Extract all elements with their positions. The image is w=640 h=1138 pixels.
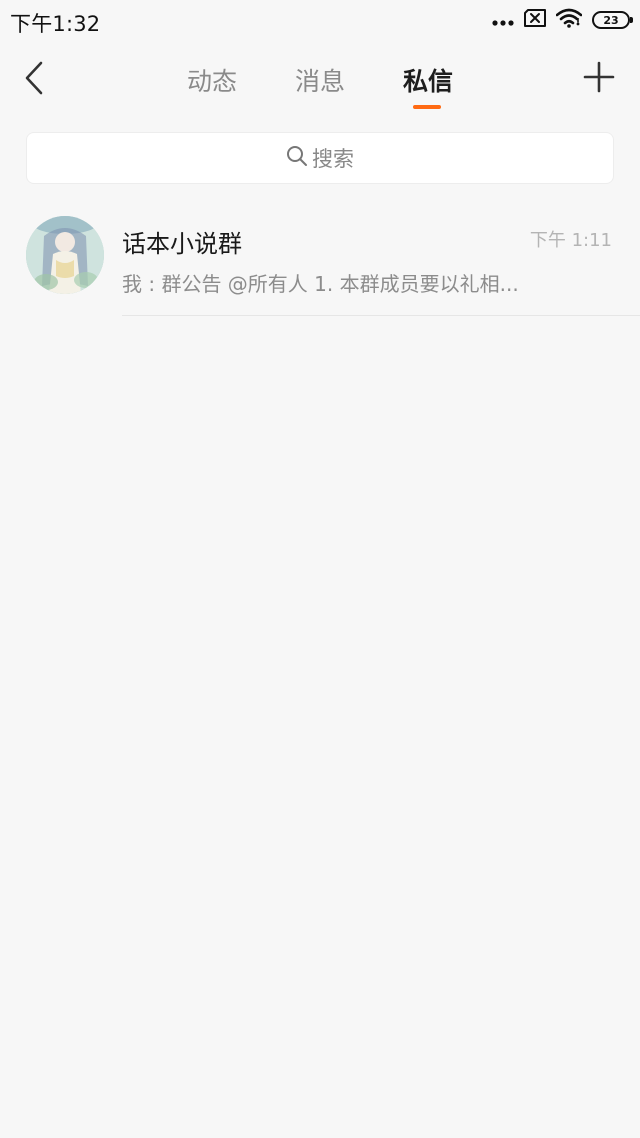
tab-xiaoxi[interactable]: 消息: [280, 62, 360, 98]
conversation-time: 下午 1:11: [529, 230, 612, 251]
avatar: [26, 216, 104, 294]
conversation-preview: 我 : 群公告 @所有人 1. 本群成员要以礼相...: [122, 272, 519, 296]
battery-level: 23: [603, 13, 619, 27]
tab-dongtai[interactable]: 动态: [172, 62, 252, 98]
search-input[interactable]: 搜索: [26, 132, 614, 184]
search-placeholder: 搜索: [312, 147, 354, 171]
more-dots-icon: [492, 11, 514, 30]
status-icons: 23: [492, 8, 633, 32]
status-bar: 下午1:32 23: [0, 0, 640, 42]
tab-sixin[interactable]: 私信: [388, 62, 468, 98]
search-icon: [286, 145, 308, 171]
tab-bar: 动态 消息 私信: [0, 42, 640, 118]
plus-icon: [583, 61, 615, 97]
wifi-icon: [555, 8, 583, 32]
battery-icon: 23: [592, 11, 633, 29]
conversation-title: 话本小说群: [122, 230, 242, 258]
divider: [122, 315, 640, 316]
add-button[interactable]: [582, 61, 616, 97]
active-tab-indicator: [413, 105, 441, 109]
status-time: 下午1:32: [10, 12, 101, 36]
conversation-item[interactable]: 话本小说群 下午 1:11 我 : 群公告 @所有人 1. 本群成员要以礼相..…: [0, 200, 640, 316]
nav-bar: 动态 消息 私信: [0, 42, 640, 118]
messages-screen: 下午1:32 23 动态 消息 私信 搜索 话本小说群 下午 1:11 我: …: [0, 0, 640, 1138]
sim-error-icon: [524, 9, 546, 31]
